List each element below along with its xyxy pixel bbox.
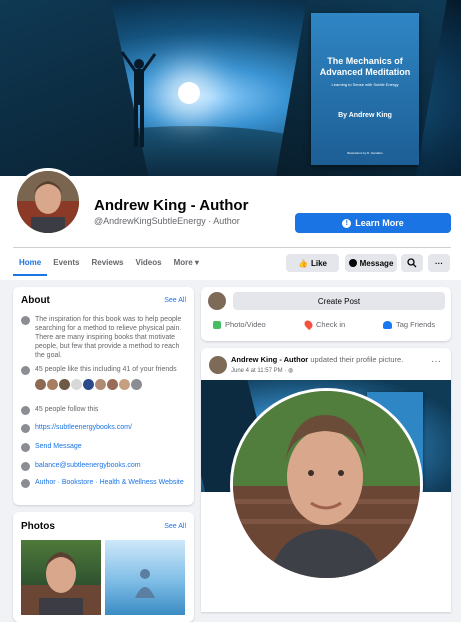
send-message-link[interactable]: Send Message — [35, 442, 82, 452]
header-divider — [13, 247, 451, 248]
profile-avatar[interactable] — [14, 168, 82, 236]
tag-friends-label: Tag Friends — [396, 320, 436, 329]
about-website-row: https://subtleenergybooks.com/ — [21, 423, 187, 433]
post-options-icon[interactable]: ··· — [431, 356, 441, 367]
about-follows: 45 people follow this — [35, 406, 99, 413]
page-handle: @AndrewKingSubtleEnergy · Author — [94, 216, 240, 226]
friend-avatar[interactable] — [130, 378, 143, 391]
book-author: By Andrew King — [338, 112, 392, 119]
messenger-icon — [21, 443, 30, 452]
learn-more-button[interactable]: ! Learn More — [295, 213, 451, 233]
book-title: The Mechanics of Advanced Meditation — [319, 56, 411, 77]
photo-thumbnail[interactable] — [21, 540, 101, 615]
feed-post: Andrew King - Author updated their profi… — [201, 348, 451, 612]
post-date: June 4 at 11:57 PM · — [231, 368, 287, 374]
person-silhouette — [120, 51, 157, 147]
photos-card: Photos See All — [13, 512, 194, 622]
email-link[interactable]: balance@subtleenergybooks.com — [35, 461, 141, 471]
check-in-label: Check in — [316, 320, 346, 329]
book-subtitle: Learning to Sense with Subtle Energy — [331, 82, 399, 87]
photos-title: Photos — [21, 521, 55, 532]
profile-picture-circle[interactable] — [230, 388, 423, 581]
post-action-text: updated their profile picture. — [310, 355, 404, 364]
about-description-row: The inspiration for this book was to hel… — [21, 315, 187, 360]
like-label: Like — [310, 258, 327, 268]
photo-video-label: Photo/Video — [225, 320, 266, 329]
create-post-card: Create Post Photo/Video Check in Tag Fri… — [201, 287, 451, 341]
people-icon — [383, 320, 392, 329]
post-author-avatar[interactable] — [209, 356, 227, 374]
about-follows-row: 45 people follow this — [21, 405, 187, 415]
about-message-row: Send Message — [21, 442, 187, 452]
messenger-icon — [348, 259, 357, 267]
post-timestamp[interactable]: June 4 at 11:57 PM · ◍ — [231, 367, 293, 374]
checkmark-icon — [21, 406, 30, 415]
tab-videos[interactable]: Videos — [130, 252, 168, 276]
like-button[interactable]: 👍 Like — [286, 254, 339, 272]
tag-icon — [21, 479, 30, 488]
photos-see-all-link[interactable]: See All — [164, 523, 186, 530]
page-tabs: Home Events Reviews Videos More ▾ — [13, 252, 205, 276]
photo-video-button[interactable]: Photo/Video — [213, 320, 266, 329]
about-likes: 45 people like this including 41 of your… — [35, 366, 177, 373]
post-header: Andrew King - Author updated their profi… — [231, 355, 403, 364]
book-illustrations: Illustrations by D. Hamilton — [347, 151, 383, 155]
check-in-button[interactable]: Check in — [302, 318, 346, 331]
ellipsis-icon: ··· — [435, 258, 443, 268]
search-icon — [407, 258, 417, 268]
cover-sun — [178, 82, 200, 104]
tab-reviews[interactable]: Reviews — [85, 252, 129, 276]
tab-more[interactable]: More ▾ — [168, 252, 205, 276]
website-link[interactable]: https://subtleenergybooks.com/ — [35, 423, 132, 433]
create-post-button[interactable]: Create Post — [233, 292, 445, 310]
category-links[interactable]: Author · Bookstore · Health & Wellness W… — [35, 478, 184, 488]
globe-icon — [21, 424, 30, 433]
learn-more-label: Learn More — [355, 218, 404, 228]
tag-friends-button[interactable]: Tag Friends — [383, 320, 435, 329]
about-email-row: balance@subtleenergybooks.com — [21, 461, 187, 471]
about-category-row: Author · Bookstore · Health & Wellness W… — [21, 478, 187, 488]
cover-photo[interactable]: The Mechanics of Advanced Meditation Lea… — [0, 0, 461, 176]
about-likes-row: 45 people like this including 41 of your… — [21, 365, 187, 391]
about-card: About See All The inspiration for this b… — [13, 287, 194, 505]
email-icon — [21, 462, 30, 471]
friend-avatars[interactable] — [34, 378, 187, 391]
tab-home[interactable]: Home — [13, 252, 48, 276]
composer-avatar[interactable] — [208, 292, 226, 310]
message-button[interactable]: Message — [345, 254, 397, 272]
location-pin-icon — [302, 318, 315, 331]
book-cover: The Mechanics of Advanced Meditation Lea… — [311, 13, 419, 165]
photo-thumbnail[interactable] — [105, 540, 185, 615]
about-description: The inspiration for this book was to hel… — [35, 316, 182, 359]
info-icon — [21, 316, 30, 325]
post-author-name[interactable]: Andrew King - Author — [231, 355, 308, 364]
photo-icon — [213, 320, 221, 329]
about-title: About — [21, 295, 50, 306]
thumbs-up-icon: 👍 — [298, 258, 308, 268]
post-action-bar — [201, 600, 451, 612]
globe-icon: ◍ — [287, 368, 294, 374]
page-title: Andrew King - Author — [94, 197, 249, 214]
info-icon: ! — [342, 218, 352, 228]
thumbs-up-icon — [21, 366, 30, 375]
more-options-button[interactable]: ··· — [428, 254, 450, 272]
tab-events[interactable]: Events — [47, 252, 85, 276]
message-label: Message — [359, 258, 394, 268]
about-see-all-link[interactable]: See All — [164, 297, 186, 304]
search-button[interactable] — [401, 254, 423, 272]
